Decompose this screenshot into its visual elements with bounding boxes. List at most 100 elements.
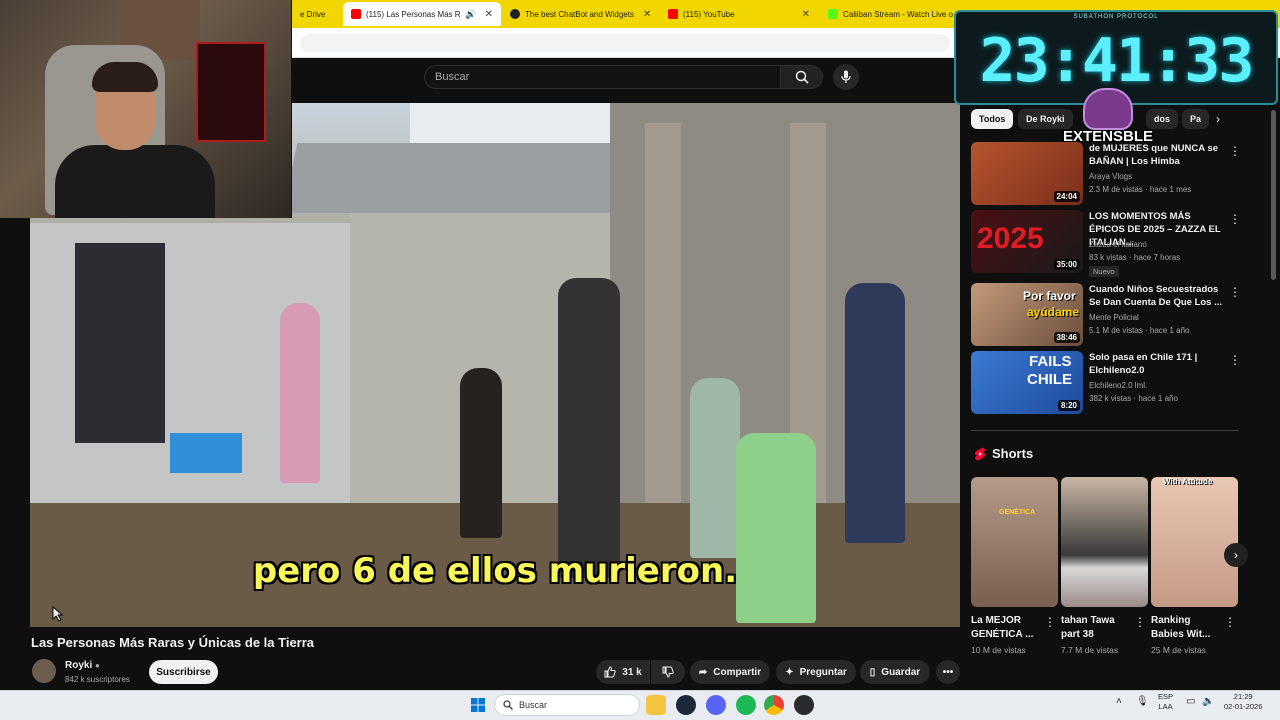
recommendation-thumbnail[interactable]: 2025 35:00 [971,210,1083,273]
chip-more[interactable]: Pa [1182,109,1210,129]
more-vertical-icon[interactable]: ⋮ [1229,212,1241,226]
chip-related[interactable]: dos [1146,109,1179,129]
more-vertical-icon[interactable]: ⋮ [1134,615,1146,629]
volume-icon[interactable]: 🔈 [1202,697,1214,707]
short-title[interactable]: Ranking Babies Wit... [1151,614,1221,642]
windows-logo-icon [471,698,485,712]
close-tab-icon[interactable]: ✕ [643,9,651,20]
recommendation-channel[interactable]: Zazza el italiano [1089,240,1147,249]
verified-icon: ● [95,661,100,670]
windows-taskbar [0,690,1280,720]
recommendation-meta: 5.1 M de vistas · hace 1 año [1089,326,1190,335]
recommendation-channel[interactable]: Araya Vlogs [1089,172,1132,181]
url-field[interactable] [300,34,950,52]
video-scene-pillar [645,123,681,543]
spotify-icon[interactable] [736,695,756,715]
recommendation-item[interactable]: 2025 35:00 LOS MOMENTOS MÁS ÉPICOS DE 20… [971,210,1241,277]
chevron-right-icon[interactable]: › [1216,112,1220,126]
ask-button[interactable]: ✦ Preguntar [776,660,856,684]
search-icon [795,70,809,84]
clock[interactable]: 21:29 02-01-2026 [1224,692,1262,712]
speaker-icon[interactable]: 🔊 [465,9,476,20]
tab-current-video[interactable]: (115) Las Personas Más Rar 🔊 ✕ [343,2,501,26]
more-vertical-icon[interactable]: ⋮ [1229,144,1241,158]
chatbot-favicon-icon [510,9,520,19]
share-icon: ➦ [698,666,708,678]
video-duration: 8:20 [1057,400,1080,411]
more-vertical-icon[interactable]: ⋮ [1229,285,1241,299]
channel-name[interactable]: Royki ● [65,660,100,671]
thumbnail-text: Por favor [1023,289,1076,303]
thumbnail-text: GENÉTICA [999,509,1036,516]
steam-icon[interactable] [676,695,696,715]
save-button[interactable]: ▯ Guardar [860,660,930,684]
close-tab-icon[interactable]: ✕ [485,9,493,20]
microphone-icon[interactable]: 🎙 [1136,697,1149,707]
app-icon[interactable] [794,695,814,715]
network-icon[interactable]: ▭ [1186,697,1195,707]
chip-all[interactable]: Todos [971,109,1014,129]
recommendation-thumbnail[interactable]: Por favor ayúdame 38:46 [971,283,1083,346]
language-indicator[interactable]: ESP LAA [1158,692,1173,712]
more-vertical-icon[interactable]: ⋮ [1044,615,1056,629]
video-scene-person [558,278,620,578]
recommendation-thumbnail[interactable]: FAILS CHILE 8:20 [971,351,1083,414]
search-input[interactable]: Buscar [424,65,781,89]
video-scene-person [690,378,740,558]
recommendation-item[interactable]: FAILS CHILE 8:20 Solo pasa en Chile 171 … [971,351,1241,415]
thumbnail-text: With Attitude [1163,477,1213,486]
recommendation-title[interactable]: Solo pasa en Chile 171 | Elchileno2.0 [1089,351,1229,377]
tab-drive[interactable]: e Drive [292,3,342,25]
short-thumbnail[interactable] [1061,477,1148,607]
share-button[interactable]: ➦ Compartir [690,660,770,684]
search-button[interactable] [781,65,823,89]
youtube-favicon-icon [351,9,361,19]
chrome-icon[interactable] [764,695,784,715]
recommendation-title[interactable]: de MUJERES que NUNCA se BAÑAN | Los Himb… [1089,142,1229,168]
chevron-up-icon[interactable]: ˄ [1116,697,1122,707]
video-duration: 38:46 [1053,332,1080,343]
channel-avatar[interactable] [32,659,56,683]
short-title[interactable]: La MEJOR GENÉTICA ... [971,614,1041,642]
discord-icon[interactable] [706,695,726,715]
kick-favicon-icon [828,9,838,19]
section-divider [971,430,1239,431]
recommendation-channel[interactable]: Elchileno2.0 lml. [1089,381,1147,390]
file-explorer-icon[interactable] [646,695,666,715]
recommendation-item[interactable]: 24:04 de MUJERES que NUNCA se BAÑAN | Lo… [971,142,1241,206]
taskbar-search-input[interactable]: Buscar [494,694,640,716]
dislike-button[interactable] [651,660,685,684]
video-duration: 24:04 [1053,191,1080,202]
subscribe-button[interactable]: Suscribirse [149,660,218,684]
scrollbar[interactable] [1271,110,1276,280]
short-thumbnail[interactable]: With Attitude [1151,477,1238,607]
tab-chatbot[interactable]: The best ChatBot and Widgets ✕ [502,3,660,25]
shorts-next-button[interactable]: › [1224,543,1248,567]
thumbs-down-icon [662,666,674,678]
short-title[interactable]: tahan Tawa part 38 [1061,614,1131,642]
subscriber-count: 842 k suscriptores [65,675,130,684]
tab-kick-stream[interactable]: Caliiban Stream - Watch Live o [820,3,960,25]
webcam-streamer-body [55,145,215,218]
chip-channel[interactable]: De Royki [1018,109,1073,129]
recommendation-item[interactable]: Por favor ayúdame 38:46 Cuando Niños Sec… [971,283,1241,347]
more-vertical-icon[interactable]: ⋮ [1229,353,1241,367]
like-button[interactable]: 31 k [596,660,650,684]
video-title: Las Personas Más Raras y Únicas de la Ti… [31,635,315,650]
voice-search-button[interactable] [833,64,859,90]
recommendation-title[interactable]: Cuando Niños Secuestrados Se Dan Cuenta … [1089,283,1229,309]
more-actions-button[interactable]: ••• [936,660,960,684]
tab-youtube[interactable]: (115) YouTube ✕ [660,3,818,25]
windows-start-icon[interactable] [468,695,488,715]
short-thumbnail[interactable]: GENÉTICA [971,477,1058,607]
video-scene-roof [282,143,628,213]
thumbnail-text: ayúdame [1027,305,1080,319]
video-scene-basin [170,433,242,473]
close-tab-icon[interactable]: ✕ [802,9,810,20]
recommendation-channel[interactable]: Mente Policial [1089,313,1139,322]
more-vertical-icon[interactable]: ⋮ [1224,615,1236,629]
timer-value: 23:41:33 [979,26,1255,96]
search-icon [503,700,513,710]
recommendation-thumbnail[interactable]: 24:04 [971,142,1083,205]
video-subtitle: pero 6 de ellos murieron. [252,551,738,591]
